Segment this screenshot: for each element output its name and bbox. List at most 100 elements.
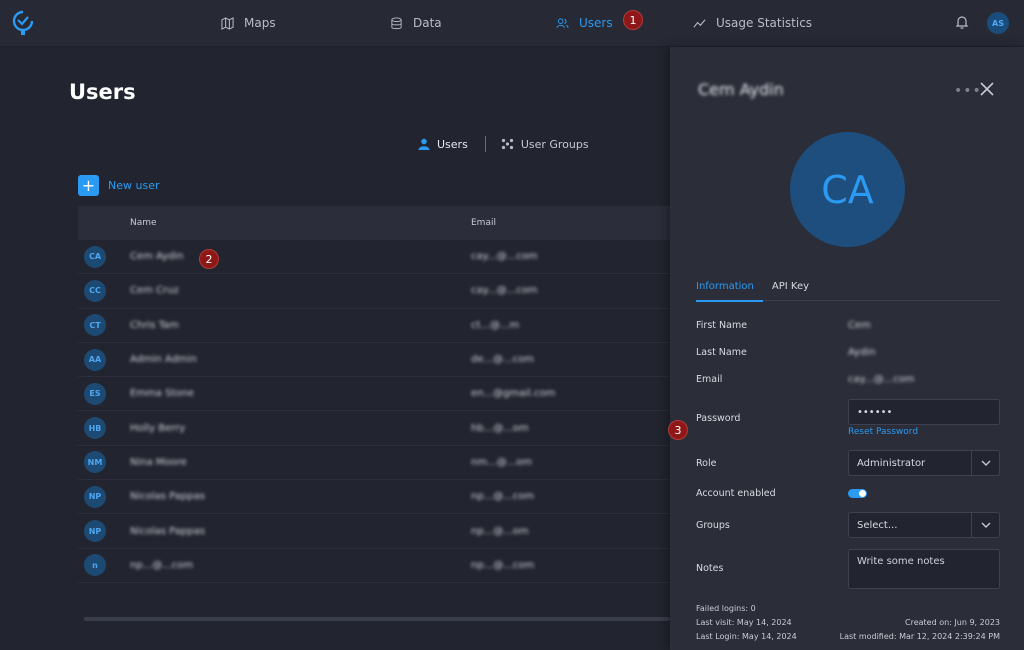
reset-password-link[interactable]: Reset Password xyxy=(848,427,918,437)
user-initials-avatar: CA xyxy=(84,245,106,268)
user-email: np...@...com xyxy=(471,491,535,503)
role-label: Role xyxy=(696,458,717,469)
user-initials-avatar: NP xyxy=(84,520,106,543)
last-name-label: Last Name xyxy=(696,347,747,358)
user-email: np...@...com xyxy=(471,559,535,571)
toggle-users[interactable]: Users xyxy=(418,138,468,151)
groups-label: Groups xyxy=(696,520,730,531)
failed-logins: Failed logins: 0 xyxy=(696,604,756,613)
user-name: Nicolas Pappas xyxy=(130,525,205,537)
user-email: hb...@...om xyxy=(471,422,529,434)
account-enabled-label: Account enabled xyxy=(696,488,776,499)
tab-api-key[interactable]: API Key xyxy=(772,281,818,300)
user-avatar[interactable]: AS xyxy=(987,12,1009,34)
email-label: Email xyxy=(696,374,723,385)
chevron-down-icon[interactable] xyxy=(971,451,999,475)
annotation-badge-2: 2 xyxy=(199,249,219,269)
toggle-divider xyxy=(484,136,486,152)
last-visit: Last visit: May 14, 2024 xyxy=(696,618,792,627)
notes-label: Notes xyxy=(696,563,724,574)
user-initials-avatar: CC xyxy=(84,279,106,302)
user-email: cay...@...com xyxy=(471,251,538,263)
users-icon xyxy=(556,17,569,28)
user-name: Chris Tam xyxy=(130,319,179,331)
user-initials-avatar: n xyxy=(84,554,106,577)
table-header: Name Email xyxy=(78,206,670,240)
last-name-value: Aydin xyxy=(848,347,876,358)
annotation-badge-3: 3 xyxy=(668,420,688,440)
user-initials-avatar: ES xyxy=(84,382,106,405)
account-enabled-toggle[interactable] xyxy=(848,489,867,498)
user-groups-icon xyxy=(501,138,513,150)
bell-icon[interactable] xyxy=(954,14,970,30)
user-email: ct...@...m xyxy=(471,319,520,331)
table-row[interactable]: ES Emma Stone en...@gmail.com xyxy=(78,377,670,412)
top-navbar: Maps Data Users Usage Statistics 1 AS xyxy=(0,0,1024,47)
nav-maps[interactable]: Maps xyxy=(221,15,276,31)
table-row[interactable]: HB Holly Berry hb...@...om xyxy=(78,411,670,446)
nav-users-label: Users xyxy=(579,16,613,30)
user-name: Nicolas Pappas xyxy=(130,491,205,503)
column-header-name[interactable]: Name xyxy=(130,218,471,228)
new-user-button[interactable]: + New user xyxy=(78,175,159,196)
password-label: Password xyxy=(696,413,741,424)
notes-textarea[interactable]: Write some notes xyxy=(848,549,1000,589)
user-name: np...@...com xyxy=(130,559,194,571)
annotation-badge-1: 1 xyxy=(623,10,643,30)
user-email: nm...@...om xyxy=(471,456,533,468)
toggle-groups-label: User Groups xyxy=(520,137,589,151)
email-value: cay...@...com xyxy=(848,374,915,385)
table-row[interactable]: CA Cem Aydin cay...@...com xyxy=(78,240,670,275)
table-row[interactable]: AA Admin Admin de...@...com xyxy=(78,343,670,378)
nav-usage-statistics[interactable]: Usage Statistics xyxy=(693,15,812,31)
plus-icon: + xyxy=(78,175,99,196)
table-row[interactable]: NP Nicolas Pappas np...@...com xyxy=(78,480,670,515)
user-email: de...@...com xyxy=(471,354,534,366)
user-name: Admin Admin xyxy=(130,354,197,366)
close-icon[interactable] xyxy=(980,82,994,96)
user-avatar-large: CA xyxy=(790,132,905,247)
user-email: cay...@...com xyxy=(471,285,538,297)
user-name: Emma Stone xyxy=(130,388,194,400)
last-modified: Last modified: Mar 12, 2024 2:39:24 PM xyxy=(839,632,1000,641)
users-table: Name Email CA Cem Aydin cay...@...com CC Cem… xyxy=(78,206,670,583)
table-row[interactable]: NM Nina Moore nm...@...om xyxy=(78,446,670,481)
nav-users[interactable]: Users xyxy=(556,15,613,31)
last-login: Last Login: May 14, 2024 xyxy=(696,632,797,641)
database-icon xyxy=(391,16,402,29)
user-initials-avatar: HB xyxy=(84,417,106,440)
more-options-icon[interactable]: ••• xyxy=(954,83,982,99)
chevron-down-icon[interactable] xyxy=(971,513,999,537)
user-initials-avatar: CT xyxy=(84,314,106,337)
user-detail-panel: Cem Aydin ••• CA Information API Key Fir… xyxy=(670,47,1024,650)
tab-information[interactable]: Information xyxy=(696,281,763,302)
app-logo-icon[interactable] xyxy=(12,10,34,36)
first-name-label: First Name xyxy=(696,320,748,331)
user-initials-avatar: NP xyxy=(84,485,106,508)
toggle-user-groups[interactable]: User Groups xyxy=(501,138,589,151)
password-field[interactable]: •••••• xyxy=(848,399,1000,425)
table-row[interactable]: n np...@...com np...@...com xyxy=(78,549,670,583)
table-row[interactable]: CT Chris Tam ct...@...m xyxy=(78,309,670,343)
nav-data[interactable]: Data xyxy=(390,15,442,31)
user-name: Holly Berry xyxy=(130,422,186,434)
horizontal-scrollbar[interactable] xyxy=(84,617,670,621)
trend-icon xyxy=(693,18,706,28)
user-initials-avatar: AA xyxy=(84,348,106,371)
user-email: np...@...om xyxy=(471,525,529,537)
user-initials-avatar: NM xyxy=(84,451,106,474)
first-name-value: Cem xyxy=(848,320,871,331)
nav-usage-label: Usage Statistics xyxy=(716,16,813,30)
user-name: Cem Cruz xyxy=(130,285,179,297)
role-select[interactable]: Administrator xyxy=(848,450,1000,476)
table-row[interactable]: CC Cem Cruz cay...@...com xyxy=(78,274,670,309)
page-title: Users xyxy=(69,80,136,104)
created-on: Created on: Jun 9, 2023 xyxy=(905,618,1000,627)
user-icon xyxy=(418,138,430,150)
groups-select[interactable]: Select... xyxy=(848,512,1000,538)
table-row[interactable]: NP Nicolas Pappas np...@...om xyxy=(78,514,670,549)
groups-placeholder: Select... xyxy=(857,519,898,531)
panel-tabs: Information API Key xyxy=(696,281,1000,302)
user-name: Cem Aydin xyxy=(130,251,184,263)
column-header-email[interactable]: Email xyxy=(471,218,670,228)
